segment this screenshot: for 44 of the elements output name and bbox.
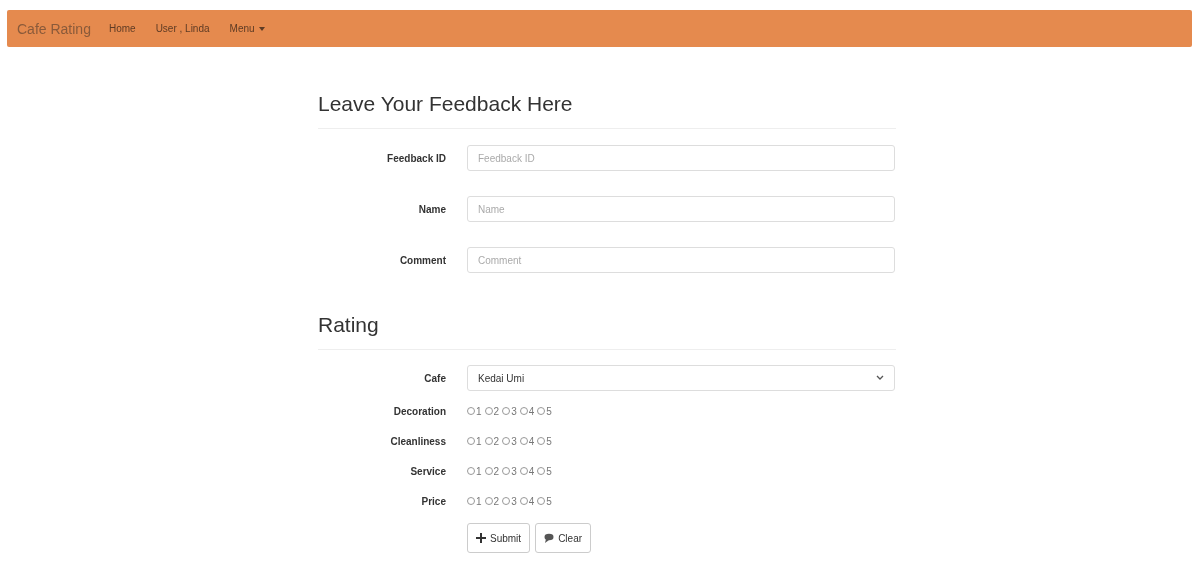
radio-label: 5 [546,405,552,417]
field-label: Decoration [392,405,446,417]
field-label: Cleanliness [389,435,446,447]
clear-button[interactable]: Clear [535,523,592,553]
radio-label: 5 [546,435,552,447]
radio-label: 5 [546,495,552,507]
radio-label: 2 [493,435,500,447]
field-label: Service [409,465,446,477]
radio-label: 2 [493,405,500,417]
speech-bubble-icon [544,533,555,543]
caret-icon [258,26,265,31]
radio-label: 1 [476,405,482,417]
chevron-icon [876,375,884,381]
input-field[interactable]: Feedback ID [467,145,895,171]
field-label: Name [417,203,446,215]
radio-label: 3 [511,465,517,477]
radio-label: 4 [528,465,535,477]
submit-button[interactable]: Submit [467,523,531,553]
radio-label: 1 [476,495,482,507]
radio-label: 5 [546,465,552,477]
radio-label: 3 [511,435,517,447]
nav-link[interactable]: Home [108,23,136,34]
field-label: Comment [398,254,446,266]
radio-label: 2 [493,495,500,507]
radio-label: 4 [528,405,535,417]
section-heading: Leave Your Feedback Here [318,92,896,129]
plus-icon [476,533,486,543]
field-label: Feedback ID [386,152,446,164]
menu-dropdown[interactable]: Menu [229,23,265,34]
radio-label: 2 [493,465,500,477]
cafe-select[interactable]: Kedai Umi [467,365,895,391]
section-heading: Rating [318,313,896,350]
radio-label: 3 [511,495,517,507]
field-label: Price [420,495,446,507]
radio-label: 1 [476,435,482,447]
radio-label: 3 [511,405,517,417]
input-field[interactable]: Name [467,196,895,222]
nav-link[interactable]: User , Linda [155,23,210,34]
brand-link[interactable]: Cafe Rating [17,20,91,37]
radio-label: 1 [476,465,482,477]
radio-label: 4 [528,495,535,507]
input-field[interactable]: Comment [467,247,895,273]
radio-label: 4 [528,435,535,447]
field-label: Cafe [423,372,446,384]
